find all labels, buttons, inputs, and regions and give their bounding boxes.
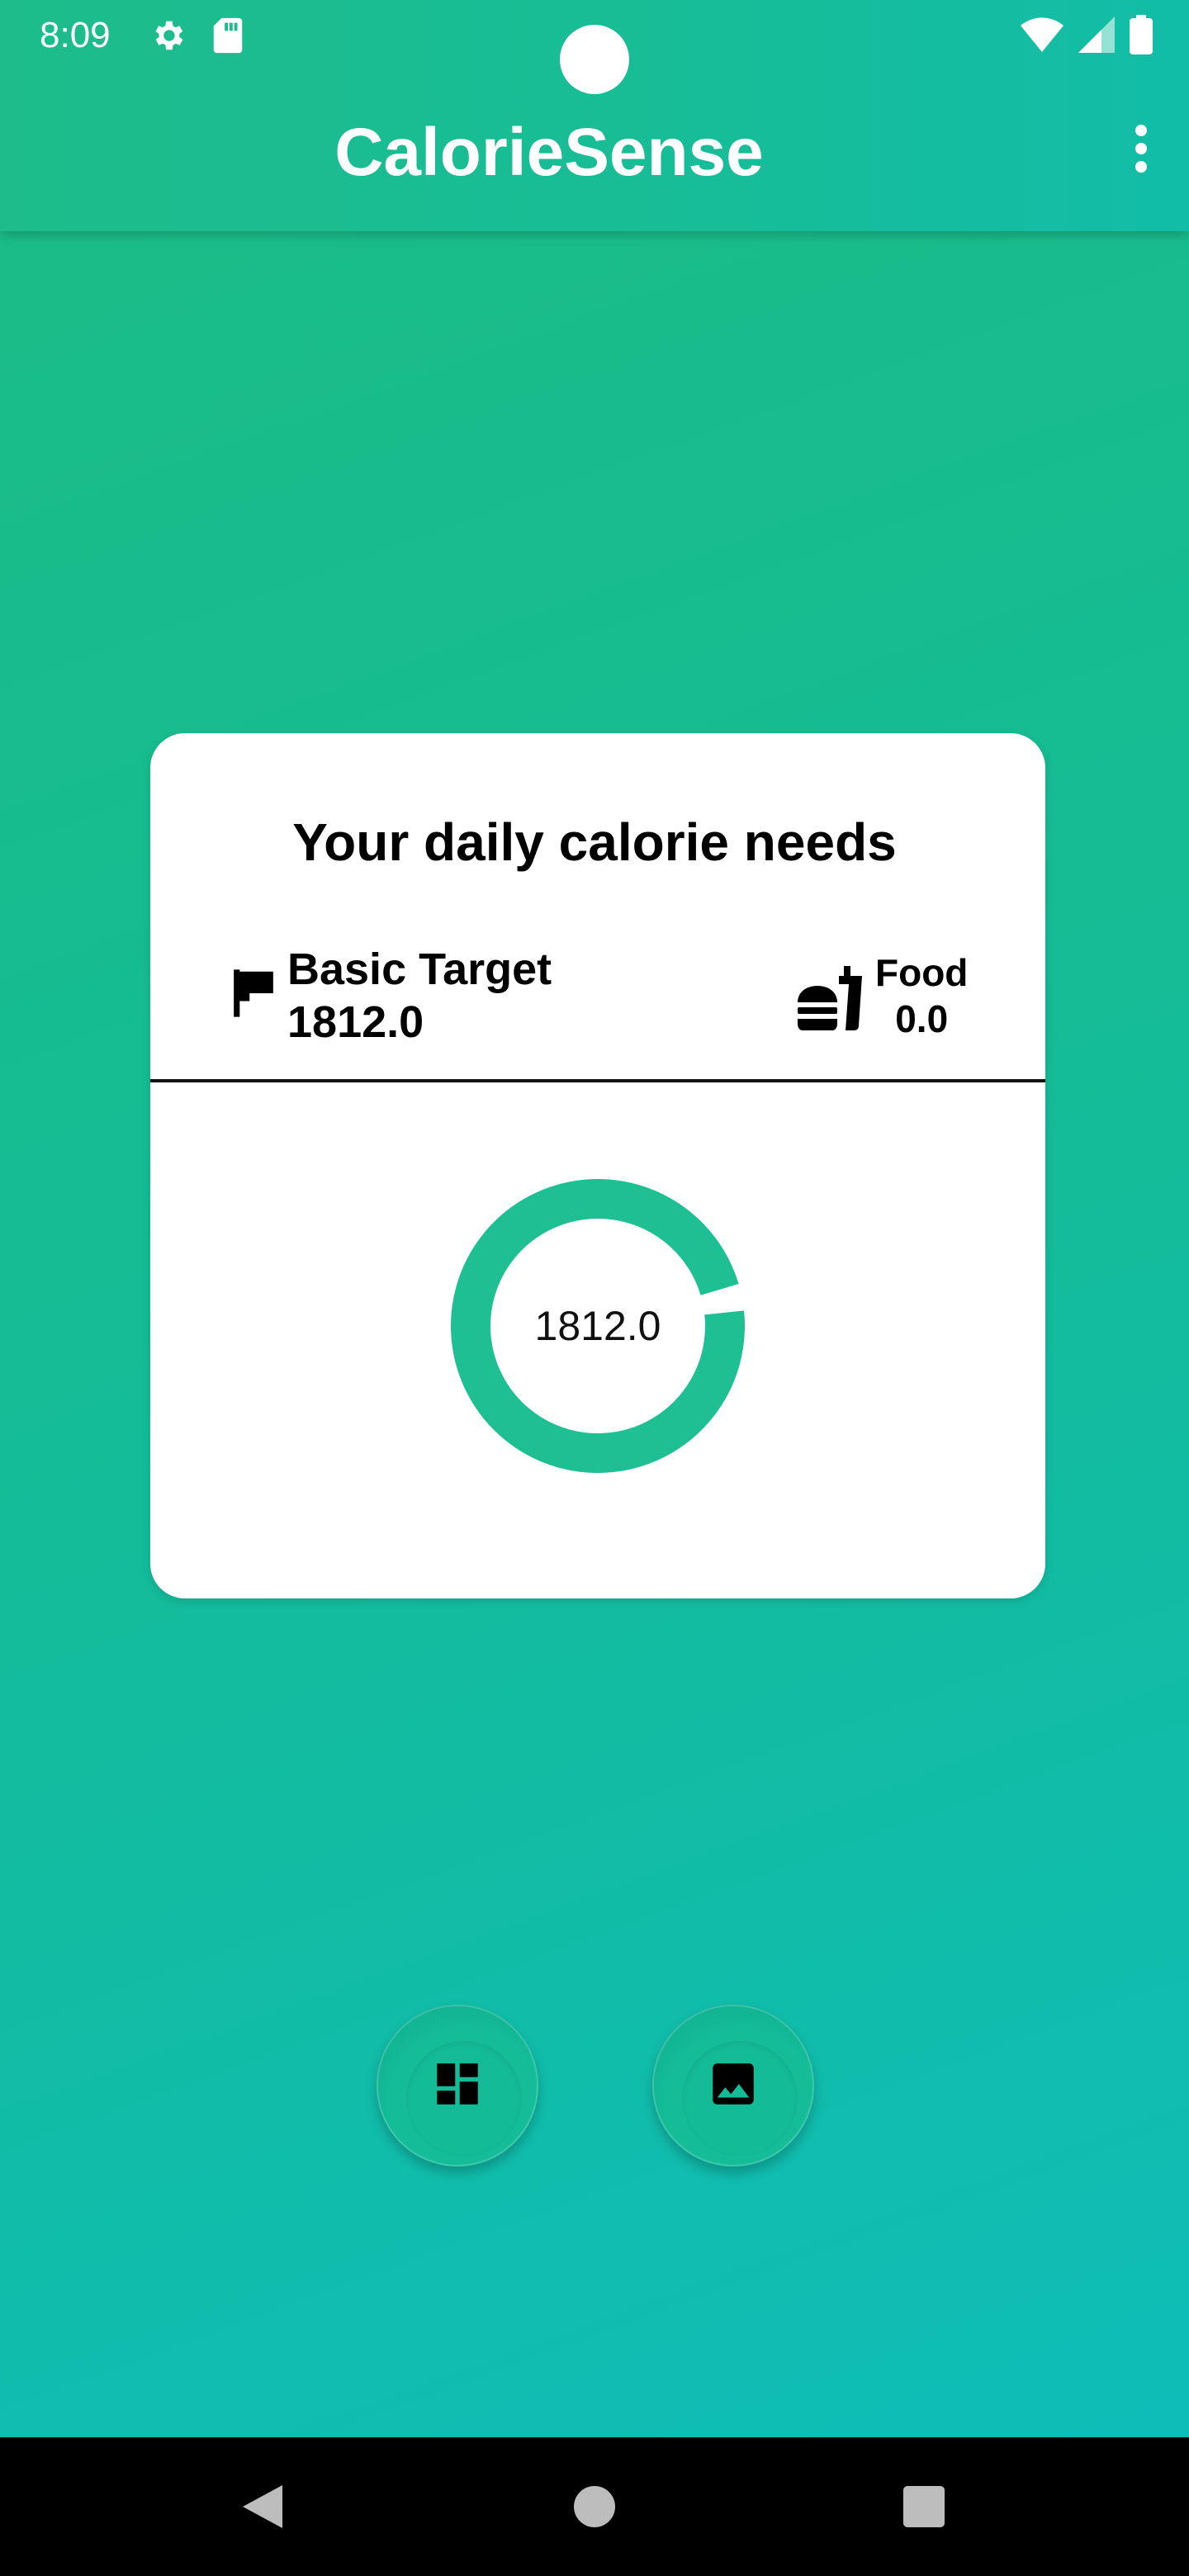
card-title: Your daily calorie needs (292, 812, 897, 872)
food-summary: Food 0.0 (794, 949, 968, 1042)
home-icon[interactable] (574, 2486, 615, 2527)
flag-icon (230, 968, 277, 1023)
food-label: Food (875, 951, 969, 994)
target-value: 1812.0 (287, 997, 424, 1047)
status-time: 8:09 (40, 15, 111, 55)
app-title: CalorieSense (334, 115, 764, 190)
gear-icon (149, 17, 187, 59)
app-bar: 8:09 CalorieSense (0, 0, 1189, 231)
target-label: Basic Target (287, 945, 552, 994)
cell-signal-icon (1078, 17, 1115, 57)
overflow-menu-button[interactable] (1118, 117, 1164, 183)
gallery-button[interactable] (652, 2005, 814, 2166)
dashboard-icon (430, 2057, 485, 2115)
system-nav-bar (0, 2437, 1189, 2576)
card-divider (150, 1079, 1045, 1082)
more-vert-icon (1135, 124, 1148, 178)
back-icon[interactable] (239, 2482, 286, 2536)
dashboard-button[interactable] (377, 2005, 538, 2166)
battery-icon (1130, 15, 1153, 59)
recents-icon[interactable] (903, 2486, 945, 2527)
image-icon (706, 2057, 760, 2115)
fastfood-icon (794, 963, 864, 1036)
calorie-progress-ring: 1812.0 (451, 1179, 745, 1473)
sd-card-icon (211, 17, 244, 59)
basic-target: Basic Target 1812.0 (230, 943, 552, 1049)
food-value: 0.0 (895, 997, 949, 1040)
ring-center-value: 1812.0 (534, 1303, 661, 1349)
status-icons-left (149, 17, 244, 59)
status-icons-right (1021, 15, 1153, 59)
wifi-icon (1021, 17, 1063, 56)
camera-cutout (560, 25, 629, 94)
